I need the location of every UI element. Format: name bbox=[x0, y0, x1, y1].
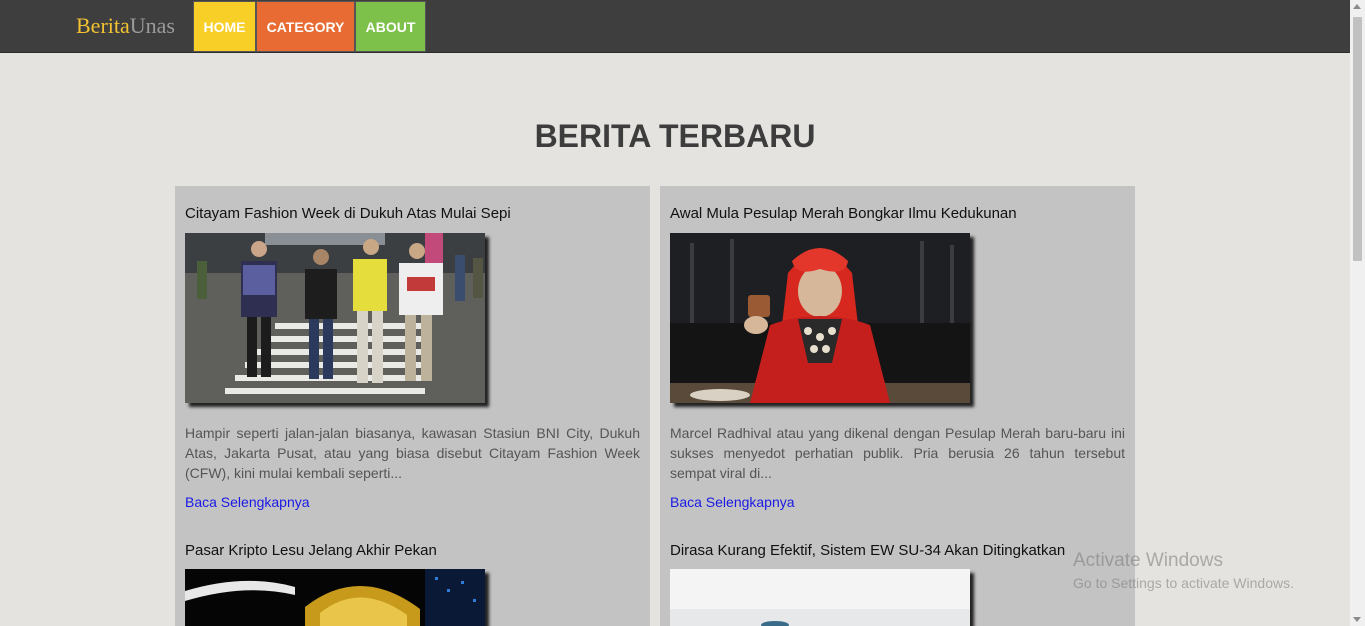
top-navbar: BeritaUnas HOME CATEGORY ABOUT bbox=[0, 0, 1350, 53]
crypto-photo-image bbox=[185, 569, 485, 626]
activate-windows-watermark: Activate Windows Go to Settings to activ… bbox=[1073, 550, 1294, 591]
scroll-up-arrow-icon[interactable] bbox=[1353, 4, 1361, 9]
article-image[interactable] bbox=[670, 233, 970, 403]
article-title[interactable]: Dirasa Kurang Efektif, Sistem EW SU-34 A… bbox=[670, 542, 1065, 559]
article-image[interactable] bbox=[185, 569, 485, 626]
news-column-left: Citayam Fashion Week di Dukuh Atas Mulai… bbox=[175, 186, 650, 626]
read-more-link[interactable]: Baca Selengkapnya bbox=[670, 494, 795, 510]
article-title[interactable]: Pasar Kripto Lesu Jelang Akhir Pekan bbox=[185, 542, 437, 559]
watermark-line-1: Activate Windows bbox=[1073, 550, 1223, 571]
watermark-line-2: Go to Settings to activate Windows. bbox=[1073, 575, 1294, 591]
street-photo-image bbox=[185, 233, 485, 403]
main-nav: HOME CATEGORY ABOUT bbox=[193, 1, 426, 52]
read-more-link[interactable]: Baca Selengkapnya bbox=[185, 494, 310, 510]
page-scrollbar[interactable] bbox=[1350, 0, 1365, 626]
article-title[interactable]: Awal Mula Pesulap Merah Bongkar Ilmu Ked… bbox=[670, 205, 1017, 222]
article-excerpt: Hampir seperti jalan-jalan biasanya, kaw… bbox=[185, 425, 640, 481]
magician-photo-image bbox=[670, 233, 970, 403]
nav-about-link[interactable]: ABOUT bbox=[355, 1, 426, 52]
logo-part-1: Berita bbox=[76, 13, 130, 38]
scroll-down-arrow-icon[interactable] bbox=[1353, 617, 1361, 622]
aircraft-photo-image bbox=[670, 569, 970, 626]
article-title[interactable]: Citayam Fashion Week di Dukuh Atas Mulai… bbox=[185, 205, 511, 222]
site-logo[interactable]: BeritaUnas bbox=[76, 13, 175, 39]
nav-category-link[interactable]: CATEGORY bbox=[256, 1, 355, 52]
news-column-right: Awal Mula Pesulap Merah Bongkar Ilmu Ked… bbox=[660, 186, 1135, 626]
logo-part-2: Unas bbox=[129, 13, 175, 38]
article-excerpt: Marcel Radhival atau yang dikenal dengan… bbox=[670, 425, 1125, 481]
nav-home-link[interactable]: HOME bbox=[193, 1, 256, 52]
article-image[interactable] bbox=[670, 569, 970, 626]
page-heading: BERITA TERBARU bbox=[534, 118, 816, 154]
scrollbar-thumb[interactable] bbox=[1353, 17, 1362, 261]
article-image[interactable] bbox=[185, 233, 485, 403]
